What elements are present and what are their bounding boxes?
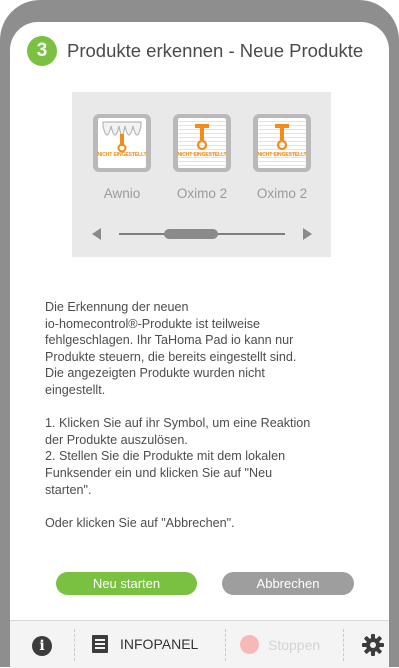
step-number-badge: 3 bbox=[27, 36, 57, 66]
footer-bar: i INFOPANEL Stoppen bbox=[10, 620, 389, 668]
restart-button[interactable]: Neu starten bbox=[56, 572, 197, 595]
description-text: Die Erkennung der neuen io-homecontrol®-… bbox=[45, 299, 375, 531]
cancel-button[interactable]: Abbrechen bbox=[222, 572, 354, 595]
info-icon[interactable]: i bbox=[32, 636, 52, 656]
infopanel-button[interactable]: INFOPANEL bbox=[92, 635, 198, 653]
infopanel-label: INFOPANEL bbox=[120, 636, 199, 652]
product-item-1[interactable]: NICHT EINGESTELLT Awnio bbox=[82, 114, 162, 201]
product-status: NICHT EINGESTELLT bbox=[97, 152, 147, 158]
product-carousel: NICHT EINGESTELLT Awnio NICHT EINGESTELL… bbox=[72, 92, 331, 257]
cancel-hint: Oder klicken Sie auf "Abbrechen". bbox=[45, 515, 235, 530]
product-status: NICHT EINGESTELLT bbox=[257, 152, 307, 158]
product-name: Oximo 2 bbox=[176, 186, 228, 201]
awning-icon[interactable]: NICHT EINGESTELLT bbox=[93, 114, 151, 172]
roller-shutter-icon[interactable]: NICHT EINGESTELLT bbox=[253, 114, 311, 172]
divider bbox=[225, 629, 226, 661]
product-item-3[interactable]: NICHT EINGESTELLT Oximo 2 bbox=[242, 114, 322, 201]
instructions-paragraph: 1. Klicken Sie auf ihr Symbol, um eine R… bbox=[45, 416, 311, 497]
product-name: Awnio bbox=[103, 186, 141, 201]
product-name: Oximo 2 bbox=[256, 186, 308, 201]
arrow-left-icon[interactable] bbox=[92, 228, 101, 240]
scroll-thumb[interactable] bbox=[164, 229, 218, 239]
description-paragraph: Die Erkennung der neuen io-homecontrol®-… bbox=[45, 300, 297, 397]
stop-icon bbox=[240, 635, 259, 654]
step-header: 3 Produkte erkennen - Neue Produkte bbox=[27, 36, 363, 66]
list-icon bbox=[92, 635, 108, 653]
gear-icon[interactable] bbox=[362, 634, 384, 656]
divider bbox=[343, 629, 344, 661]
product-status: NICHT EINGESTELLT bbox=[177, 152, 227, 158]
stop-button[interactable]: Stoppen bbox=[240, 635, 320, 654]
carousel-scrollbar[interactable] bbox=[72, 224, 331, 244]
divider bbox=[74, 629, 75, 661]
page-title: Produkte erkennen - Neue Produkte bbox=[67, 40, 364, 61]
stop-label: Stoppen bbox=[268, 636, 321, 653]
roller-shutter-icon[interactable]: NICHT EINGESTELLT bbox=[173, 114, 231, 172]
arrow-right-icon[interactable] bbox=[303, 228, 312, 240]
product-item-2[interactable]: NICHT EINGESTELLT Oximo 2 bbox=[162, 114, 242, 201]
